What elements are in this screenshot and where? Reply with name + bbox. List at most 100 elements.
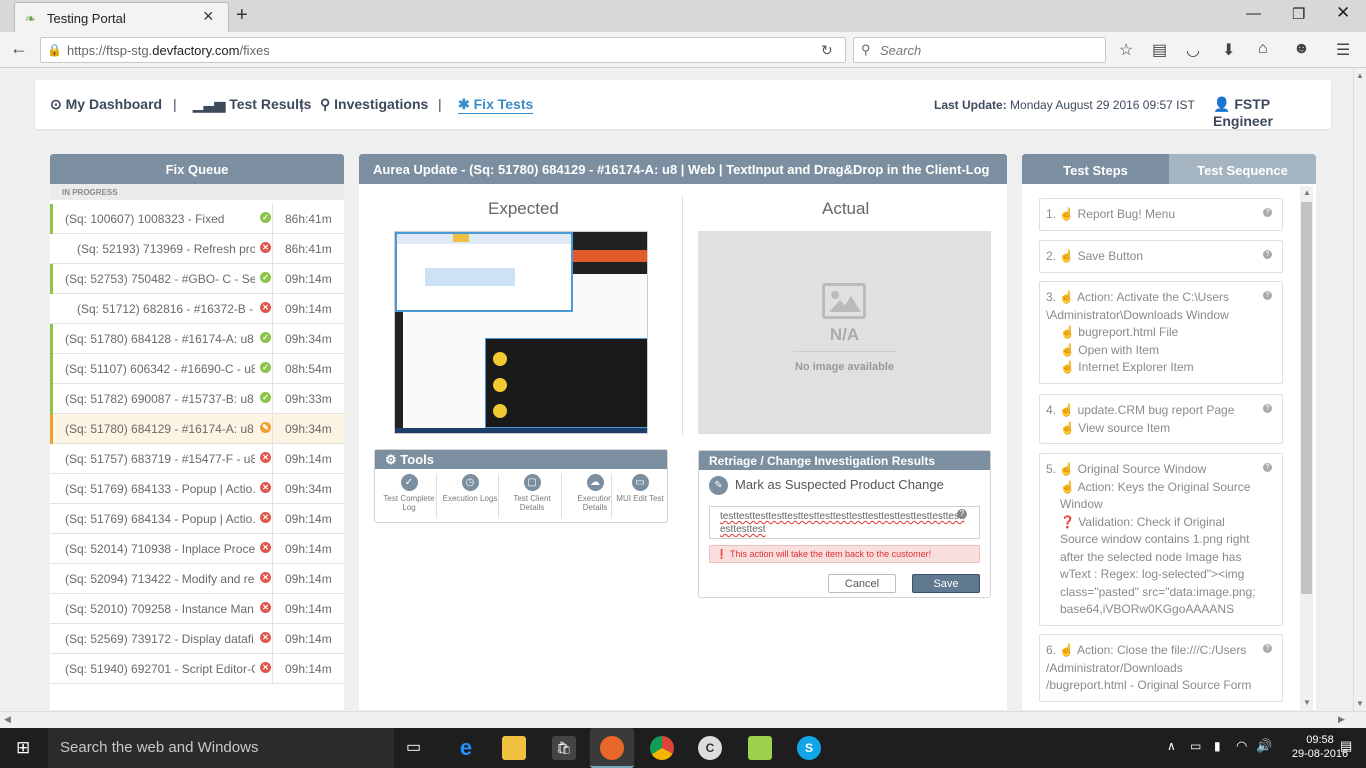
help-icon[interactable]: ?: [1263, 291, 1272, 300]
queue-row[interactable]: (Sq: 51780) 684128 - #16174-A: u8 ... ✓ 09…: [50, 324, 344, 354]
tray-chevron-icon[interactable]: ∧: [1167, 739, 1176, 753]
queue-row[interactable]: (Sq: 51712) 682816 - #16372-B - ... ✕ 09h:…: [50, 294, 344, 324]
back-icon[interactable]: ←: [10, 38, 28, 59]
taskbar-clock[interactable]: 09:58 29-08-2016: [1290, 733, 1350, 761]
comment-textarea[interactable]: testtesttesttesttesttesttesttesttesttest…: [709, 506, 980, 539]
chrome-icon[interactable]: [650, 736, 674, 760]
test-step[interactable]: 3. ☝ Action: Activate the C:\Users \Admi…: [1039, 281, 1283, 384]
test-step[interactable]: 2. ☝ Save Button?: [1039, 240, 1283, 273]
restore-icon[interactable]: ❐: [1292, 5, 1305, 23]
tool-button[interactable]: ◷ Execution Logs: [440, 474, 500, 503]
browser-tab[interactable]: ❧ Testing Portal ×: [14, 2, 229, 32]
ccleaner-icon[interactable]: C: [698, 736, 722, 760]
queue-row[interactable]: (Sq: 52569) 739172 - Display datafi... ✕ 0…: [50, 624, 344, 654]
help-icon[interactable]: ?: [1263, 404, 1272, 413]
tab-close-icon[interactable]: ×: [203, 6, 214, 27]
queue-row[interactable]: (Sq: 51107) 606342 - #16690-C - u8... ✓ 08…: [50, 354, 344, 384]
queue-row[interactable]: (Sq: 52094) 713422 - Modify and re... ✕ 09…: [50, 564, 344, 594]
tool-label: Execution Logs: [442, 494, 498, 503]
url-bar[interactable]: 🔒 https://ftsp-stg.devfactory.com/fixes …: [40, 37, 846, 63]
bookmark-star-icon[interactable]: ☆: [1119, 40, 1133, 60]
notes-app-icon[interactable]: [748, 736, 772, 760]
scroll-thumb[interactable]: [1301, 202, 1312, 594]
test-step[interactable]: 1. ☝ Report Bug! Menu?: [1039, 198, 1283, 231]
queue-row-time: 09h:14m: [285, 602, 332, 616]
help-icon[interactable]: ?: [1263, 463, 1272, 472]
taskbar-search[interactable]: Search the web and Windows: [48, 728, 394, 768]
queue-row[interactable]: (Sq: 51782) 690087 - #15737-B: u8 ... ✓ 09…: [50, 384, 344, 414]
page-vertical-scrollbar[interactable]: ▲ ▼: [1353, 69, 1366, 711]
tool-button[interactable]: ▭ MUI Edit Test: [615, 474, 665, 503]
nav-my-dashboard[interactable]: ⊙ My Dashboard: [50, 96, 162, 113]
nav-fix-tests[interactable]: ✱ Fix Tests: [458, 96, 534, 114]
home-icon[interactable]: ⌂: [1258, 40, 1268, 58]
task-view-icon[interactable]: ▭: [406, 737, 421, 757]
queue-row[interactable]: (Sq: 52193) 713969 - Refresh pro... ✕ 86h:…: [50, 234, 344, 264]
queue-row-text: (Sq: 52010) 709258 - Instance Man...: [65, 602, 255, 616]
error-icon: ✕: [260, 482, 271, 493]
reload-icon[interactable]: ↻: [821, 42, 833, 59]
steps-scrollbar[interactable]: ▲ ▼: [1300, 186, 1313, 710]
nav-test-results[interactable]: ▁▃▅ Test Results: [193, 96, 311, 113]
save-button[interactable]: Save: [912, 574, 980, 593]
queue-row[interactable]: (Sq: 51757) 683719 - #15477-F - u8 ... ✕ 0…: [50, 444, 344, 474]
tray-network-adapter-icon[interactable]: ▭: [1190, 739, 1201, 753]
test-step[interactable]: 4. ☝ update.CRM bug report Page ☝ View so…: [1039, 394, 1283, 444]
search-icon: ⚲: [861, 42, 871, 57]
help-icon[interactable]: ?: [957, 509, 967, 519]
queue-row-text: (Sq: 52569) 739172 - Display datafi...: [65, 632, 255, 646]
queue-row[interactable]: (Sq: 51769) 684134 - Popup | Actio... ✕ 09…: [50, 504, 344, 534]
wifi-icon[interactable]: ◠: [1236, 738, 1247, 754]
file-explorer-icon[interactable]: [502, 736, 526, 760]
skype-icon[interactable]: S: [797, 736, 821, 760]
queue-row[interactable]: (Sq: 51780) 684129 - #16174-A: u8 ... ✎ 09…: [50, 414, 344, 444]
test-step[interactable]: 5. ☝ Original Source Window ☝ Action: Key…: [1039, 453, 1283, 626]
actual-screenshot-placeholder: N/A No image available: [698, 231, 991, 434]
close-window-icon[interactable]: ✕: [1336, 3, 1350, 23]
help-icon[interactable]: ?: [1263, 250, 1272, 259]
tool-button[interactable]: ▢ Test Client Details: [502, 474, 562, 512]
queue-row-time: 86h:41m: [285, 242, 332, 256]
queue-row[interactable]: (Sq: 51940) 692701 - Script Editor-G... ✕…: [50, 654, 344, 684]
queue-row[interactable]: (Sq: 51769) 684133 - Popup | Actio... ✕ 09…: [50, 474, 344, 504]
edge-browser-icon[interactable]: e: [454, 736, 478, 760]
tool-separator: [498, 474, 499, 518]
test-step[interactable]: 6. ☝ Action: Close the file:///C:/Users …: [1039, 634, 1283, 702]
page-horizontal-scrollbar[interactable]: ◀ ▶: [0, 711, 1366, 727]
search-box[interactable]: ⚲ Search: [853, 37, 1106, 63]
queue-row[interactable]: (Sq: 52753) 750482 - #GBO- C - Sea... ✓ 09…: [50, 264, 344, 294]
download-icon[interactable]: ⬇: [1222, 40, 1235, 60]
pocket-icon[interactable]: ◡: [1186, 40, 1200, 60]
detail-title: Aurea Update - (Sq: 51780) 684129 - #161…: [359, 154, 1007, 184]
user-menu[interactable]: 👤 FSTP Engineer: [1213, 96, 1331, 129]
windows-start-icon[interactable]: ⊞: [16, 738, 30, 758]
tool-button[interactable]: ✓ Test Complete Log: [379, 474, 439, 512]
help-icon[interactable]: ?: [1263, 644, 1272, 653]
battery-icon[interactable]: ▮: [1214, 739, 1221, 753]
queue-row-time: 09h:14m: [285, 542, 332, 556]
help-icon[interactable]: ?: [1263, 208, 1272, 217]
cloud-icon: ☁: [586, 474, 604, 491]
row-divider: [272, 264, 273, 294]
step-line: ☝ bugreport.html File: [1060, 325, 1179, 339]
tab-test-sequence[interactable]: Test Sequence: [1169, 154, 1316, 184]
volume-icon[interactable]: 🔊: [1256, 738, 1272, 754]
firefox-taskbar-item[interactable]: [590, 728, 634, 768]
mark-suspected-label[interactable]: Mark as Suspected Product Change: [735, 477, 944, 492]
queue-row-time: 09h:14m: [285, 302, 332, 316]
menu-icon[interactable]: ☰: [1336, 40, 1350, 60]
minimize-icon[interactable]: —: [1246, 5, 1261, 22]
queue-row-time: 09h:14m: [285, 272, 332, 286]
expected-screenshot[interactable]: [394, 231, 648, 434]
tab-test-steps[interactable]: Test Steps: [1022, 154, 1169, 184]
queue-row[interactable]: (Sq: 100607) 1008323 - Fixed ✓ 86h:41m: [50, 204, 344, 234]
smiley-icon[interactable]: ☻: [1293, 40, 1310, 58]
store-icon[interactable]: 🛍: [552, 736, 576, 760]
reading-list-icon[interactable]: ▤: [1152, 40, 1167, 60]
queue-row[interactable]: (Sq: 52010) 709258 - Instance Man... ✕ 09h…: [50, 594, 344, 624]
cancel-button[interactable]: Cancel: [828, 574, 896, 593]
queue-row[interactable]: (Sq: 52014) 710938 - Inplace Proce... ✕ 09…: [50, 534, 344, 564]
steps-panel: Test Steps Test Sequence 1. ☝ Report Bug…: [1022, 154, 1316, 710]
new-tab-icon[interactable]: +: [236, 4, 248, 27]
nav-investigations[interactable]: ⚲ Investigations: [320, 96, 428, 113]
